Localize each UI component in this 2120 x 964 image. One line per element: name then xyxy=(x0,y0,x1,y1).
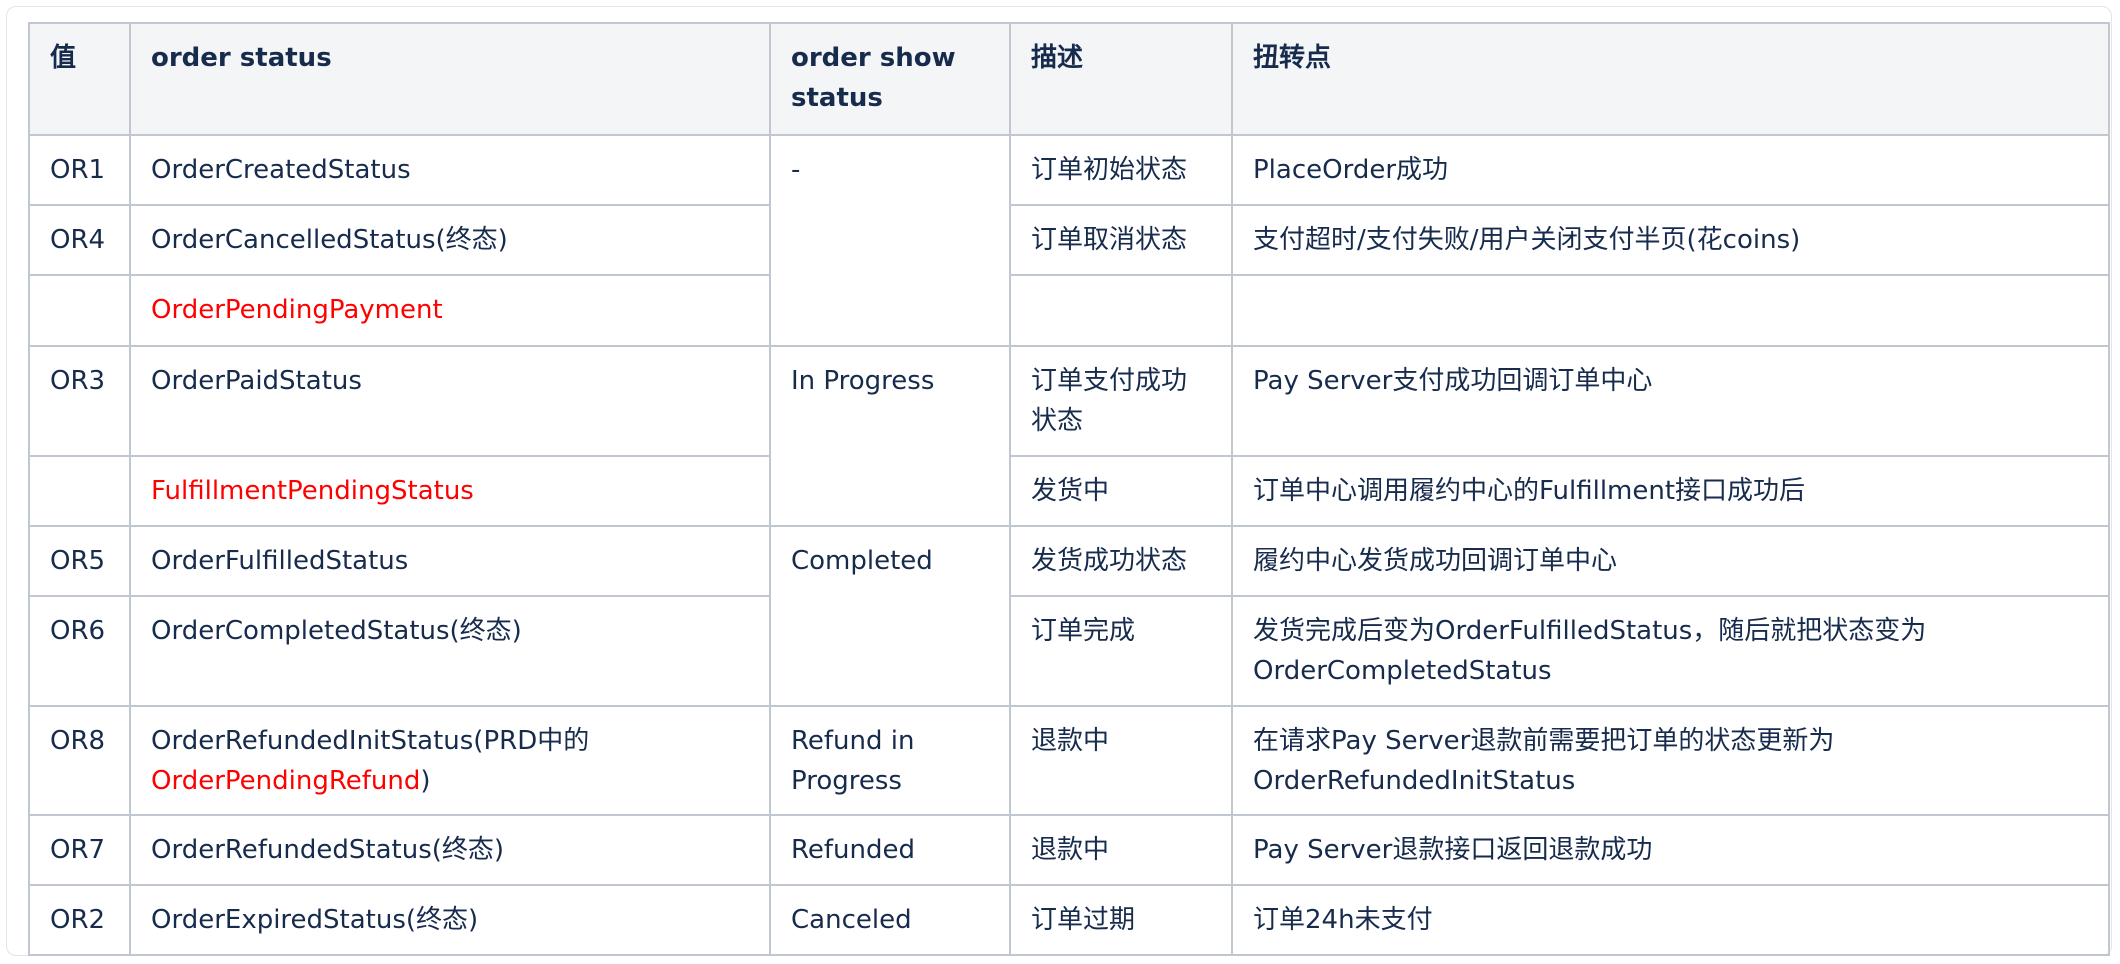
cell-code: OR6 xyxy=(28,595,131,707)
cell-transition: 支付超时/支付失败/用户关闭支付半页(花coins) xyxy=(1231,204,2110,276)
cell-code: OR2 xyxy=(28,884,131,956)
table-row: OR6 OrderCompletedStatus(终态) 订单完成 发货完成后变… xyxy=(28,595,2110,707)
header-value: 值 xyxy=(28,22,131,136)
cell-code: OR3 xyxy=(28,345,131,457)
header-order-show-status: order show status xyxy=(769,22,1011,136)
cell-description: 发货成功状态 xyxy=(1009,525,1233,597)
status-text-close: ) xyxy=(420,766,431,796)
cell-transition: Pay Server支付成功回调订单中心 xyxy=(1231,345,2110,457)
header-transition-point: 扭转点 xyxy=(1231,22,2110,136)
table-row: OR1 OrderCreatedStatus - 订单初始状态 PlaceOrd… xyxy=(28,134,2110,347)
table-row: OrderPendingPayment xyxy=(28,274,2110,347)
cell-description: 退款中 xyxy=(1009,705,1233,816)
cell-show-status: - xyxy=(769,134,1011,347)
cell-show-status: Refund in Progress xyxy=(769,705,1011,816)
header-order-status: order status xyxy=(129,22,771,136)
cell-description: 发货中 xyxy=(1009,455,1233,527)
cell-transition: 发货完成后变为OrderFulfilledStatus，随后就把状态变为Orde… xyxy=(1231,595,2110,707)
table-row: OR2 OrderExpiredStatus(终态) Canceled 订单过期… xyxy=(28,884,2110,956)
header-description: 描述 xyxy=(1009,22,1233,136)
table-row: OR3 OrderPaidStatus In Progress 订单支付成功状态… xyxy=(28,345,2110,527)
cell-description: 订单过期 xyxy=(1009,884,1233,956)
cell-code: OR5 xyxy=(28,525,131,597)
cell-description: 订单支付成功状态 xyxy=(1009,345,1233,457)
cell-transition: 在请求Pay Server退款前需要把订单的状态更新为OrderRefunded… xyxy=(1231,705,2110,816)
cell-status-highlight: OrderPendingPayment xyxy=(129,274,771,347)
cell-transition: 订单中心调用履约中心的Fulfillment接口成功后 xyxy=(1231,455,2110,527)
table-row: OR7 OrderRefundedStatus(终态) Refunded 退款中… xyxy=(28,814,2110,886)
cell-status: OrderPaidStatus xyxy=(129,345,771,457)
cell-code: OR8 xyxy=(28,705,131,816)
cell-status: OrderCreatedStatus xyxy=(129,134,771,206)
cell-description: 退款中 xyxy=(1009,814,1233,886)
cell-status: OrderRefundedInitStatus(PRD中的 OrderPendin… xyxy=(129,705,771,816)
cell-description xyxy=(1009,274,1233,347)
table-row: OR4 OrderCancelledStatus(终态) 订单取消状态 支付超时… xyxy=(28,204,2110,276)
cell-code xyxy=(28,274,131,347)
cell-transition: PlaceOrder成功 xyxy=(1231,134,2110,206)
cell-show-status: Canceled xyxy=(769,884,1011,956)
table-header-row: 值 order status order show status 描述 扭转点 xyxy=(28,22,2110,136)
cell-description: 订单初始状态 xyxy=(1009,134,1233,206)
table-row: OR8 OrderRefundedInitStatus(PRD中的 OrderPe… xyxy=(28,705,2110,816)
cell-transition: Pay Server退款接口返回退款成功 xyxy=(1231,814,2110,886)
cell-transition: 履约中心发货成功回调订单中心 xyxy=(1231,525,2110,597)
cell-code: OR1 xyxy=(28,134,131,206)
cell-code: OR4 xyxy=(28,204,131,276)
status-text-highlight: OrderPendingRefund xyxy=(151,766,421,796)
cell-status: OrderExpiredStatus(终态) xyxy=(129,884,771,956)
table-row: FulfillmentPendingStatus 发货中 订单中心调用履约中心的… xyxy=(28,455,2110,527)
cell-status: OrderRefundedStatus(终态) xyxy=(129,814,771,886)
table-row: OR5 OrderFulfilledStatus Completed 发货成功状… xyxy=(28,525,2110,707)
cell-code xyxy=(28,455,131,527)
cell-status: OrderFulfilledStatus xyxy=(129,525,771,597)
cell-show-status: Refunded xyxy=(769,814,1011,886)
cell-transition: 订单24h未支付 xyxy=(1231,884,2110,956)
cell-show-status: Completed xyxy=(769,525,1011,707)
cell-status-highlight: FulfillmentPendingStatus xyxy=(129,455,771,527)
cell-transition xyxy=(1231,274,2110,347)
cell-status: OrderCompletedStatus(终态) xyxy=(129,595,771,707)
cell-code: OR7 xyxy=(28,814,131,886)
order-status-table: 值 order status order show status 描述 扭转点 … xyxy=(28,22,2110,956)
status-text: OrderRefundedInitStatus(PRD中的 xyxy=(151,726,590,756)
cell-show-status: In Progress xyxy=(769,345,1011,527)
cell-description: 订单取消状态 xyxy=(1009,204,1233,276)
cell-description: 订单完成 xyxy=(1009,595,1233,707)
cell-status: OrderCancelledStatus(终态) xyxy=(129,204,771,276)
